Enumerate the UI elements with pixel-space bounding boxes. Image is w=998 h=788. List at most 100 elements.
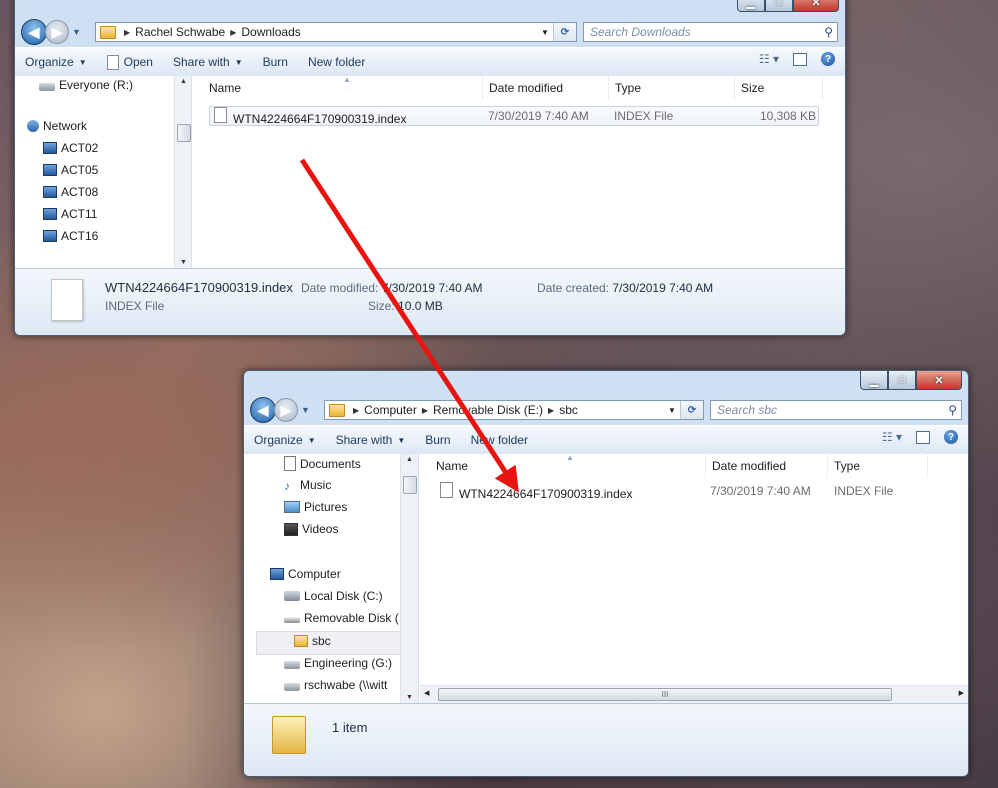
music-icon: ♪ (284, 478, 290, 493)
horizontal-scroll-thumb[interactable]: III (438, 688, 892, 701)
recent-pages-chevron-icon[interactable]: ▼ (72, 27, 81, 37)
help-icon[interactable]: ? (944, 430, 958, 444)
breadcrumb-rachel-schwabe[interactable]: Rachel Schwabe (135, 25, 225, 39)
details-file-name: WTN4224664F170900319.index (105, 280, 293, 295)
back-button[interactable]: ◀ (250, 397, 276, 423)
file-row[interactable]: WTN4224664F170900319.index 7/30/2019 7:4… (209, 106, 819, 126)
column-header-type[interactable]: Type (828, 454, 928, 478)
file-row[interactable]: WTN4224664F170900319.index 7/30/2019 7:4… (436, 481, 956, 501)
breadcrumb-computer[interactable]: Computer (364, 403, 417, 417)
search-icon[interactable]: ⚲ (824, 25, 833, 39)
nav-item-documents[interactable]: Documents (284, 456, 361, 471)
nav-item-engineering[interactable]: Engineering (G:) (284, 656, 392, 670)
nav-scrollbar[interactable]: ▲ ▼ (400, 454, 418, 703)
search-icon[interactable]: ⚲ (948, 403, 957, 417)
breadcrumb-removable-disk[interactable]: Removable Disk (E:) (433, 403, 543, 417)
computer-icon (43, 142, 57, 154)
nav-scrollbar[interactable]: ▲ ▼ (174, 76, 191, 268)
nav-item-pictures[interactable]: Pictures (284, 500, 347, 514)
organize-button[interactable]: Organize ▼ (254, 433, 316, 447)
address-dropdown-icon[interactable]: ▼ (665, 401, 679, 419)
change-view-icon[interactable]: ☷ ▾ (759, 52, 779, 66)
close-button[interactable]: ✕ (793, 0, 839, 12)
breadcrumb-separator-icon: ▶ (353, 405, 360, 415)
burn-button[interactable]: Burn (425, 433, 450, 447)
details-date-modified: Date modified: 7/30/2019 7:40 AM (301, 281, 483, 295)
scroll-left-icon[interactable]: ◀ (424, 689, 429, 697)
sort-ascending-icon: ▲ (566, 453, 574, 462)
burn-button[interactable]: Burn (263, 55, 288, 69)
nav-item-act05[interactable]: ACT05 (43, 163, 98, 177)
horizontal-scrollbar[interactable]: ◀ III ▶ (420, 685, 968, 703)
new-folder-button[interactable]: New folder (471, 433, 528, 447)
scroll-right-icon[interactable]: ▶ (959, 689, 964, 697)
nav-item-act08[interactable]: ACT08 (43, 185, 98, 199)
nav-item-music[interactable]: ♪ Music (284, 478, 331, 493)
chevron-down-icon: ▼ (78, 57, 87, 67)
open-button[interactable]: Open (106, 54, 153, 70)
details-pane: WTN4224664F170900319.index INDEX File Da… (15, 268, 845, 335)
close-button[interactable]: ✕ (916, 371, 962, 390)
organize-button[interactable]: Organize ▼ (25, 55, 87, 69)
column-header-date-modified[interactable]: Date modified (483, 76, 609, 100)
computer-icon (270, 568, 284, 580)
document-icon (106, 54, 119, 70)
file-size: 10,308 KB (760, 109, 817, 123)
search-placeholder: Search sbc (717, 403, 778, 417)
preview-pane-icon[interactable] (916, 430, 930, 444)
nav-item-everyone[interactable]: Everyone (R:) (39, 78, 133, 92)
back-button[interactable]: ◀ (21, 19, 47, 45)
nav-item-network[interactable]: Network (27, 119, 87, 133)
file-icon (440, 481, 453, 498)
nav-item-local-disk[interactable]: Local Disk (C:) (284, 589, 383, 603)
help-icon[interactable]: ? (821, 52, 835, 66)
forward-button[interactable]: ▶ (274, 398, 298, 422)
column-header-type[interactable]: Type (609, 76, 735, 100)
preview-pane-icon[interactable] (793, 52, 807, 66)
nav-item-sbc[interactable]: sbc (294, 634, 331, 648)
nav-item-act11[interactable]: ACT11 (43, 207, 97, 221)
sort-ascending-icon: ▲ (343, 75, 351, 84)
folder-thumbnail-icon (272, 716, 306, 754)
nav-scroll-thumb[interactable] (177, 124, 191, 142)
column-header-size[interactable]: Size (735, 76, 823, 100)
scroll-down-icon[interactable]: ▼ (401, 694, 418, 701)
share-with-button[interactable]: Share with ▼ (173, 55, 243, 69)
scroll-up-icon[interactable]: ▲ (401, 456, 418, 463)
minimize-button[interactable]: ▁ (737, 0, 765, 12)
details-date-created: Date created: 7/30/2019 7:40 AM (537, 281, 714, 295)
nav-scroll-thumb[interactable] (403, 476, 417, 494)
nav-item-act02[interactable]: ACT02 (43, 141, 98, 155)
nav-item-removable-disk[interactable]: Removable Disk ( (284, 611, 399, 625)
refresh-icon[interactable]: ⟳ (680, 401, 703, 419)
breadcrumb-downloads[interactable]: Downloads (241, 25, 300, 39)
folder-icon (294, 635, 308, 647)
forward-button[interactable]: ▶ (45, 20, 69, 44)
address-bar[interactable]: ▶ Rachel Schwabe ▶ Downloads ▼ ⟳ (95, 22, 577, 42)
column-header-name[interactable]: Name ▲ (203, 75, 483, 100)
search-downloads-input[interactable]: Search Downloads ⚲ (583, 22, 838, 42)
column-header-name[interactable]: Name ▲ (430, 453, 706, 478)
refresh-icon[interactable]: ⟳ (553, 23, 576, 41)
nav-item-act16[interactable]: ACT16 (43, 229, 98, 243)
change-view-icon[interactable]: ☷ ▾ (882, 430, 902, 444)
column-header-date-modified[interactable]: Date modified (706, 454, 828, 478)
address-bar[interactable]: ▶ Computer ▶ Removable Disk (E:) ▶ sbc ▼… (324, 400, 704, 420)
nav-item-rschwabe[interactable]: rschwabe (\\witt (284, 678, 387, 692)
breadcrumb-sbc[interactable]: sbc (559, 403, 578, 417)
new-folder-button[interactable]: New folder (308, 55, 365, 69)
minimize-button[interactable]: ▁ (860, 371, 888, 390)
documents-icon (284, 456, 296, 471)
recent-pages-chevron-icon[interactable]: ▼ (301, 405, 310, 415)
address-dropdown-icon[interactable]: ▼ (538, 23, 552, 41)
removable-disk-icon (284, 617, 300, 623)
scroll-down-icon[interactable]: ▼ (175, 259, 191, 266)
share-with-button[interactable]: Share with ▼ (336, 433, 406, 447)
nav-item-computer[interactable]: Computer (270, 567, 341, 581)
maximize-button[interactable]: □ (765, 0, 793, 12)
maximize-button[interactable]: □ (888, 371, 916, 390)
nav-item-videos[interactable]: Videos (284, 522, 338, 536)
search-sbc-input[interactable]: Search sbc ⚲ (710, 400, 962, 420)
scroll-up-icon[interactable]: ▲ (175, 78, 191, 85)
title-bar: ▁ □ ✕ (15, 0, 845, 17)
